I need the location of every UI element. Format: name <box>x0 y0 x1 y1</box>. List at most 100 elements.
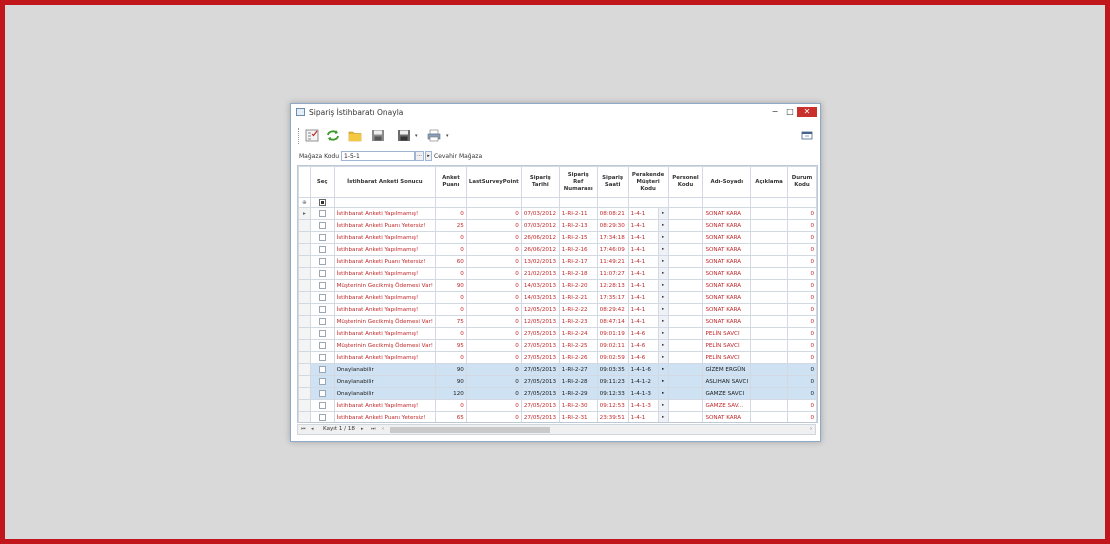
filter-cell[interactable] <box>333 197 437 208</box>
staff-code-cell[interactable] <box>667 291 704 304</box>
survey-result-cell[interactable]: İstihbarat Anketi Puanı Yetersiz! <box>333 255 437 268</box>
toolbar-grip[interactable] <box>298 128 301 144</box>
name-cell[interactable]: ASLIHAN SAVCI <box>702 375 752 388</box>
order-date-cell[interactable]: 14/03/2013 <box>520 291 560 304</box>
order-time-cell[interactable]: 17:35:17 <box>596 291 629 304</box>
order-time-cell[interactable]: 17:34:18 <box>596 231 629 244</box>
filter-cell[interactable] <box>702 197 752 208</box>
order-date-cell[interactable]: 14/03/2013 <box>520 279 560 292</box>
status-code-cell[interactable]: 0 <box>787 243 817 256</box>
customer-code-cell[interactable]: 1-4-1 <box>627 231 659 244</box>
title-bar[interactable]: Sipariş İstihbaratı Onayla − □ ✕ <box>291 104 820 121</box>
table-row[interactable]: İstihbarat Anketi Yapılmamış! 0 0 27/05/201… <box>298 399 817 412</box>
table-row[interactable]: İstihbarat Anketi Puanı Yetersiz! 65 0 27/0… <box>298 411 817 422</box>
staff-code-cell[interactable] <box>667 399 704 412</box>
order-time-cell[interactable]: 08:29:30 <box>596 219 629 232</box>
order-ref-cell[interactable]: 1-RI-2-25 <box>558 339 598 352</box>
description-cell[interactable] <box>750 387 788 400</box>
staff-code-cell[interactable] <box>667 303 704 316</box>
order-date-cell[interactable]: 26/06/2012 <box>520 243 560 256</box>
description-cell[interactable] <box>750 231 788 244</box>
table-row[interactable]: İstihbarat Anketi Yapılmamış! 0 0 27/05/201… <box>298 351 817 364</box>
customer-code-cell[interactable]: 1-4-1 <box>627 303 659 316</box>
table-row[interactable]: Onaylanabilir 90 0 27/05/2013 1-RI-2-27 09:03… <box>298 363 817 376</box>
refresh-button[interactable] <box>324 127 342 144</box>
table-row[interactable]: Onaylanabilir 90 0 27/05/2013 1-RI-2-28 09:11… <box>298 375 817 388</box>
customer-lookup-button[interactable]: ▸ <box>657 291 669 304</box>
customer-lookup-button[interactable]: ▸ <box>657 387 669 400</box>
staff-code-cell[interactable] <box>667 231 704 244</box>
column-header-sec[interactable]: Seç <box>309 166 335 198</box>
table-row[interactable]: İstihbarat Anketi Yapılmamış! 0 0 26/06/201… <box>298 231 817 244</box>
name-cell[interactable]: PELİN SAVCI <box>702 351 752 364</box>
order-ref-cell[interactable]: 1-RI-2-13 <box>558 219 598 232</box>
staff-code-cell[interactable] <box>667 387 704 400</box>
order-ref-cell[interactable]: 1-RI-2-20 <box>558 279 598 292</box>
column-header-name[interactable]: Adı-Soyadı <box>702 166 752 198</box>
customer-code-cell[interactable]: 1-4-1 <box>627 243 659 256</box>
filter-cell[interactable] <box>667 197 704 208</box>
order-time-cell[interactable]: 08:29:42 <box>596 303 629 316</box>
description-cell[interactable] <box>750 255 788 268</box>
customer-lookup-button[interactable]: ▸ <box>657 339 669 352</box>
description-cell[interactable] <box>750 291 788 304</box>
staff-code-cell[interactable] <box>667 279 704 292</box>
filter-cell[interactable] <box>627 197 669 208</box>
last-survey-point-cell[interactable]: 0 <box>465 255 522 268</box>
save-as-button[interactable] <box>395 127 413 144</box>
staff-code-cell[interactable] <box>667 339 704 352</box>
survey-score-cell[interactable]: 65 <box>435 411 467 422</box>
survey-score-cell[interactable]: 75 <box>435 315 467 328</box>
customer-lookup-button[interactable]: ▸ <box>657 363 669 376</box>
survey-result-cell[interactable]: Onaylanabilir <box>333 387 437 400</box>
description-cell[interactable] <box>750 363 788 376</box>
row-indicator[interactable] <box>298 315 311 328</box>
order-ref-cell[interactable]: 1-RI-2-24 <box>558 327 598 340</box>
status-code-cell[interactable]: 0 <box>787 303 817 316</box>
customer-lookup-button[interactable]: ▸ <box>657 327 669 340</box>
order-date-cell[interactable]: 21/02/2013 <box>520 267 560 280</box>
survey-score-cell[interactable]: 90 <box>435 375 467 388</box>
row-indicator[interactable] <box>298 291 311 304</box>
select-all-checkbox[interactable] <box>309 197 335 208</box>
order-time-cell[interactable]: 11:49:21 <box>596 255 629 268</box>
filter-cell[interactable] <box>750 197 788 208</box>
survey-result-cell[interactable]: Müşterinin Gecikmiş Ödemesi Var! <box>333 339 437 352</box>
staff-code-cell[interactable] <box>667 243 704 256</box>
filter-cell[interactable] <box>465 197 522 208</box>
order-time-cell[interactable]: 09:11:23 <box>596 375 629 388</box>
layout-button[interactable] <box>798 127 816 144</box>
close-button[interactable]: ✕ <box>797 107 817 117</box>
last-survey-point-cell[interactable]: 0 <box>465 279 522 292</box>
order-ref-cell[interactable]: 1-RI-2-27 <box>558 363 598 376</box>
column-header-survey-score[interactable]: Anket Puanı <box>435 166 467 198</box>
row-indicator[interactable] <box>298 267 311 280</box>
order-time-cell[interactable]: 09:02:11 <box>596 339 629 352</box>
description-cell[interactable] <box>750 219 788 232</box>
customer-lookup-button[interactable]: ▸ <box>657 279 669 292</box>
status-code-cell[interactable]: 0 <box>787 315 817 328</box>
last-survey-point-cell[interactable]: 0 <box>465 339 522 352</box>
customer-code-cell[interactable]: 1-4-1 <box>627 207 659 220</box>
row-select-checkbox[interactable] <box>309 279 335 292</box>
column-header-customer-code[interactable]: Perakende Müşteri Kodu <box>627 166 669 198</box>
prev-record-button[interactable]: ◂ <box>311 426 314 432</box>
row-indicator[interactable] <box>298 219 311 232</box>
column-header-order-ref[interactable]: Sipariş Ref Numarası <box>558 166 598 198</box>
row-indicator[interactable] <box>298 387 311 400</box>
name-cell[interactable]: SONAT KARA <box>702 243 752 256</box>
survey-score-cell[interactable]: 0 <box>435 231 467 244</box>
survey-score-cell[interactable]: 120 <box>435 387 467 400</box>
row-indicator[interactable] <box>298 255 311 268</box>
row-indicator[interactable] <box>298 399 311 412</box>
row-indicator[interactable] <box>298 375 311 388</box>
customer-lookup-button[interactable]: ▸ <box>657 375 669 388</box>
survey-result-cell[interactable]: İstihbarat Anketi Yapılmamış! <box>333 291 437 304</box>
last-survey-point-cell[interactable]: 0 <box>465 243 522 256</box>
column-header-order-date[interactable]: Sipariş Tarihi <box>520 166 560 198</box>
row-indicator[interactable] <box>298 243 311 256</box>
column-header-last-survey-point[interactable]: LastSurveyPoint <box>465 166 522 198</box>
table-row[interactable]: İstihbarat Anketi Yapılmamış! 0 0 26/06/201… <box>298 243 817 256</box>
customer-lookup-button[interactable]: ▸ <box>657 267 669 280</box>
survey-result-cell[interactable]: Onaylanabilir <box>333 375 437 388</box>
